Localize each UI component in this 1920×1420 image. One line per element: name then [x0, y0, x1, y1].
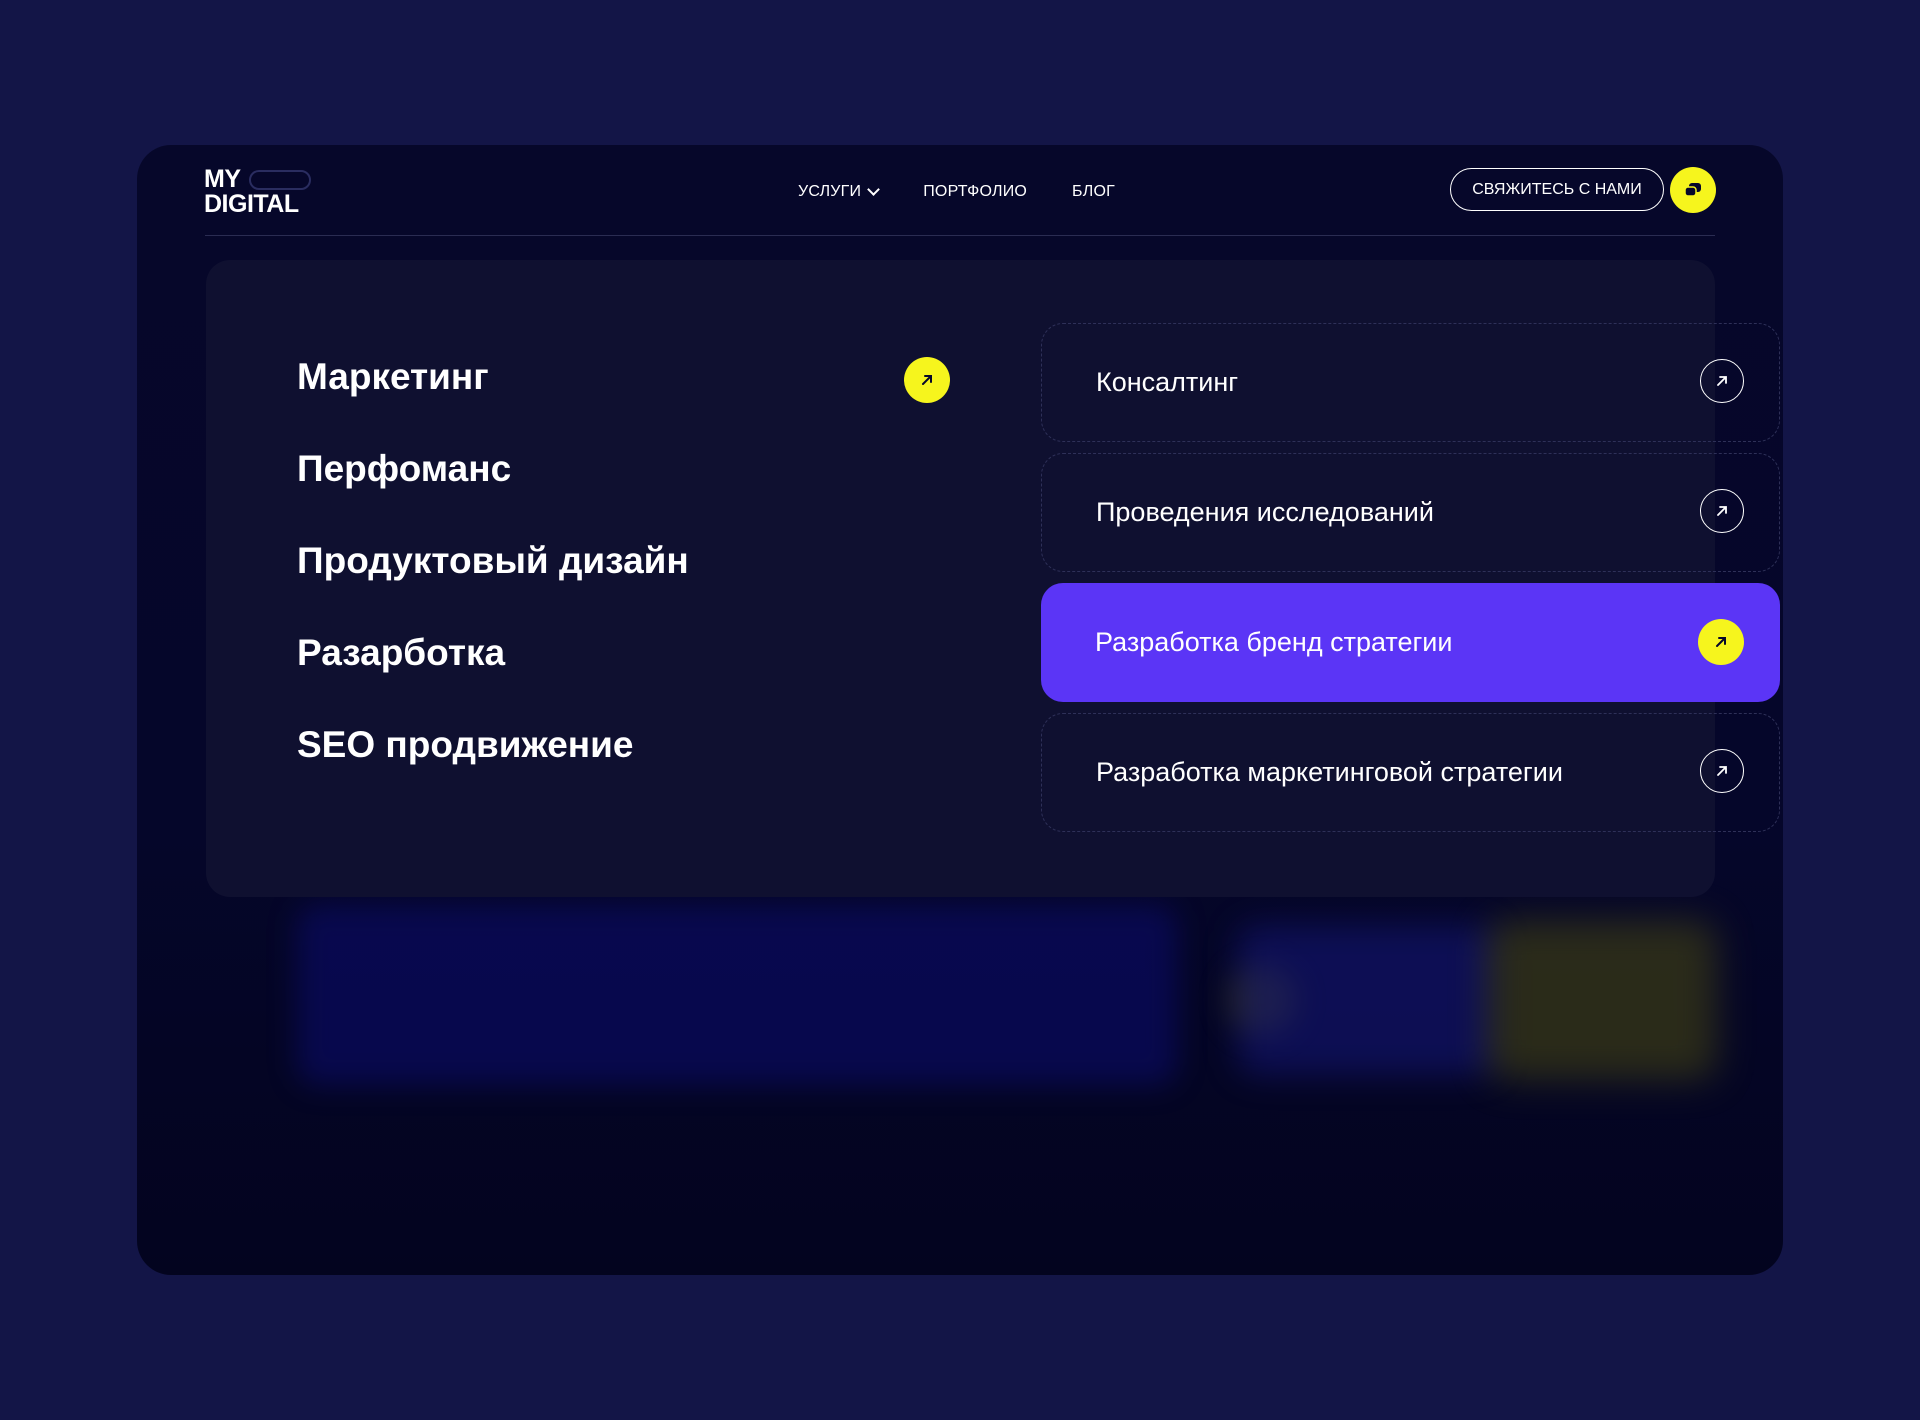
service-item[interactable]: Консалтинг	[1041, 323, 1780, 442]
header-divider	[205, 235, 1715, 236]
arrow-up-right-icon	[1717, 376, 1727, 386]
service-arrow-button[interactable]	[1700, 489, 1744, 533]
service-item-active[interactable]: Разработка бренд стратегии	[1041, 583, 1780, 702]
service-arrow-button[interactable]	[1698, 619, 1744, 665]
contact-button[interactable]: СВЯЖИТЕСЬ С НАМИ	[1450, 168, 1664, 211]
arrow-up-right-icon	[922, 375, 932, 385]
logo[interactable]: MY DIGITAL	[204, 167, 311, 217]
category-product-design[interactable]: Продуктовый дизайн	[297, 539, 689, 631]
service-arrow-button[interactable]	[1700, 749, 1744, 793]
service-label: Консалтинг	[1096, 367, 1239, 397]
nav-blog[interactable]: БЛОГ	[1072, 183, 1115, 201]
blurred-side-card	[1237, 925, 1497, 1075]
category-development[interactable]: Разарботка	[297, 631, 689, 723]
arrow-up-right-icon	[1716, 637, 1726, 647]
service-arrow-button[interactable]	[1700, 359, 1744, 403]
site-window: MY DIGITAL УСЛУГИ ПОРТФОЛИО БЛОГ СВЯЖИТЕ…	[137, 145, 1783, 1275]
nav-services[interactable]: УСЛУГИ	[798, 183, 881, 201]
chat-icon	[1684, 183, 1701, 197]
logo-pill-shape	[248, 169, 311, 190]
blurred-hero-card	[297, 905, 1177, 1085]
arrow-up-right-icon	[1717, 766, 1727, 776]
chevron-down-icon	[867, 183, 881, 196]
category-list: Маркетинг Перфоманс Продуктовый дизайн Р…	[297, 355, 689, 815]
arrow-up-right-icon	[1717, 506, 1727, 516]
category-performance[interactable]: Перфоманс	[297, 447, 689, 539]
service-label: Разработка бренд стратегии	[1095, 627, 1453, 657]
category-seo[interactable]: SEO продвижение	[297, 723, 689, 815]
logo-line2: DIGITAL	[204, 190, 299, 218]
blurred-yellow-card	[1487, 920, 1717, 1080]
logo-line1: MY	[204, 165, 241, 193]
category-marketing[interactable]: Маркетинг	[297, 355, 689, 447]
chat-button[interactable]	[1670, 167, 1716, 213]
service-label: Разработка маркетинговой стратегии	[1096, 757, 1563, 787]
main-nav: УСЛУГИ ПОРТФОЛИО БЛОГ	[798, 183, 1115, 201]
nav-services-label: УСЛУГИ	[798, 183, 862, 200]
nav-portfolio[interactable]: ПОРТФОЛИО	[923, 183, 1027, 201]
services-dropdown: Маркетинг Перфоманс Продуктовый дизайн Р…	[206, 260, 1780, 897]
service-label: Проведения исследований	[1096, 497, 1434, 527]
service-item[interactable]: Разработка маркетинговой стратегии	[1041, 713, 1780, 832]
service-item[interactable]: Проведения исследований	[1041, 453, 1780, 572]
category-active-arrow-button[interactable]	[904, 357, 950, 403]
